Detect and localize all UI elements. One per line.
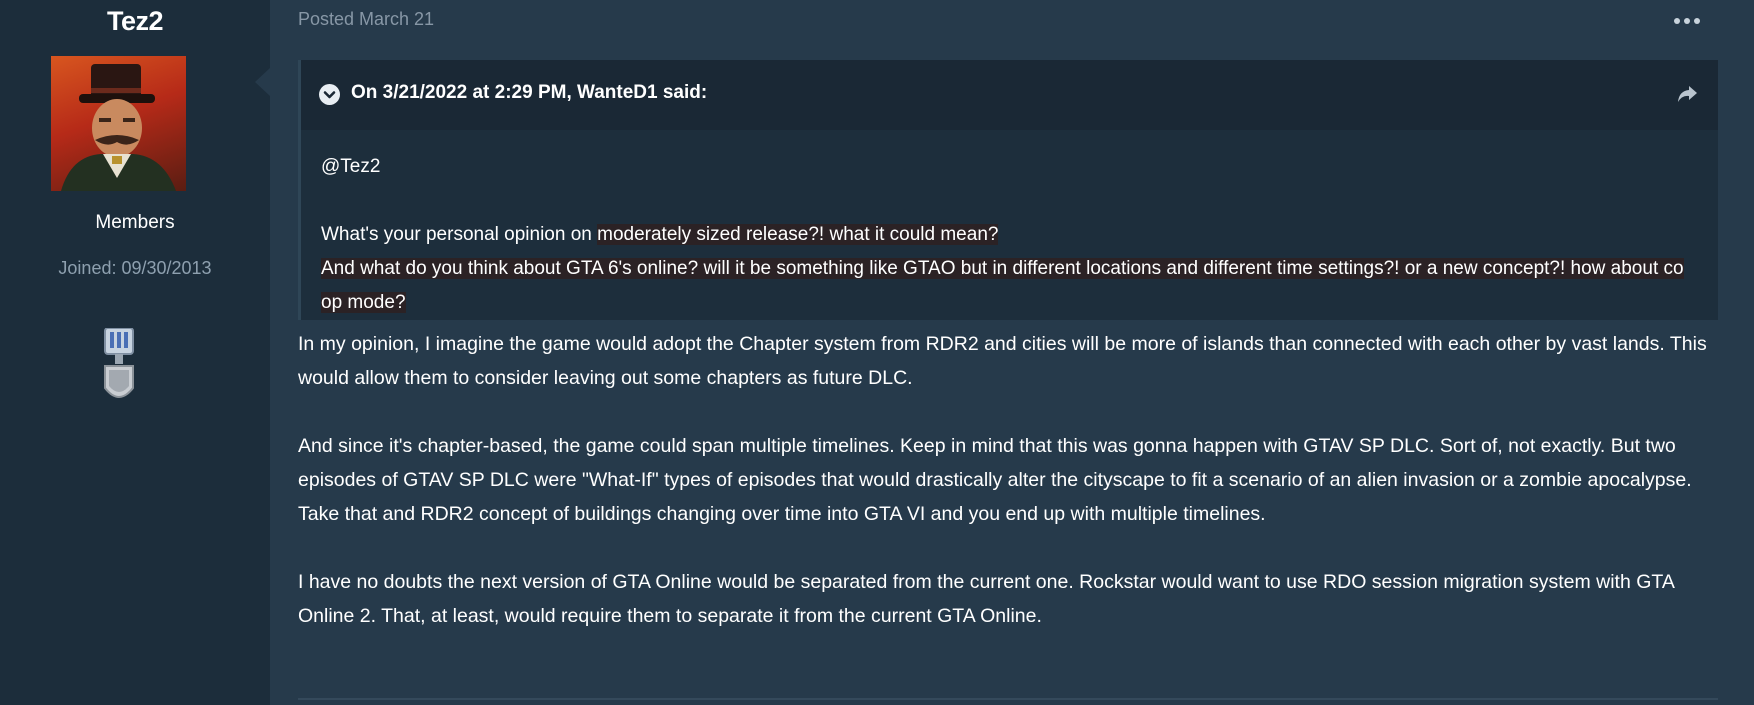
- quote-line-1: What's your personal opinion on moderate…: [321, 218, 1698, 252]
- quote-highlight: And what do you think about GTA 6's onli…: [321, 258, 1684, 313]
- post-paragraph: I have no doubts the next version of GTA…: [298, 571, 1674, 627]
- quote-block: On 3/21/2022 at 2:29 PM, WanteD1 said: @…: [298, 60, 1718, 320]
- member-group: Members: [95, 212, 175, 233]
- author-name[interactable]: Tez2: [0, 6, 270, 37]
- post-content: In my opinion, I imagine the game would …: [298, 327, 1718, 667]
- post-paragraph: In my opinion, I imagine the game would …: [298, 333, 1707, 389]
- author-panel: Tez2 Members Joined: 09/30/2013: [0, 0, 270, 705]
- author-pointer: [255, 68, 270, 96]
- ellipsis-icon[interactable]: [1674, 18, 1700, 24]
- quote-text: What's your personal opinion on: [321, 224, 598, 245]
- medal-icon[interactable]: [99, 327, 139, 408]
- post-divider: [298, 698, 1718, 700]
- forum-post: Tez2 Members Joined: 09/30/2013 Posted M…: [0, 0, 1754, 705]
- quote-citation[interactable]: On 3/21/2022 at 2:29 PM, WanteD1 said:: [351, 82, 707, 104]
- avatar[interactable]: [51, 56, 186, 191]
- quote-body: @Tez2 What's your personal opinion on mo…: [321, 150, 1698, 320]
- quote-header: On 3/21/2022 at 2:29 PM, WanteD1 said:: [301, 60, 1718, 130]
- post-paragraph: And since it's chapter-based, the game c…: [298, 435, 1692, 525]
- post-date[interactable]: Posted March 21: [298, 9, 434, 30]
- quote-highlight: moderately sized release?! what it could…: [597, 224, 999, 245]
- quote-line-2: And what do you think about GTA 6's onli…: [321, 252, 1698, 320]
- joined-date: Joined: 09/30/2013: [58, 258, 212, 278]
- chevron-down-circle-icon[interactable]: [319, 84, 340, 105]
- share-arrow-icon[interactable]: [1676, 84, 1698, 104]
- quote-mention[interactable]: @Tez2: [321, 150, 1698, 184]
